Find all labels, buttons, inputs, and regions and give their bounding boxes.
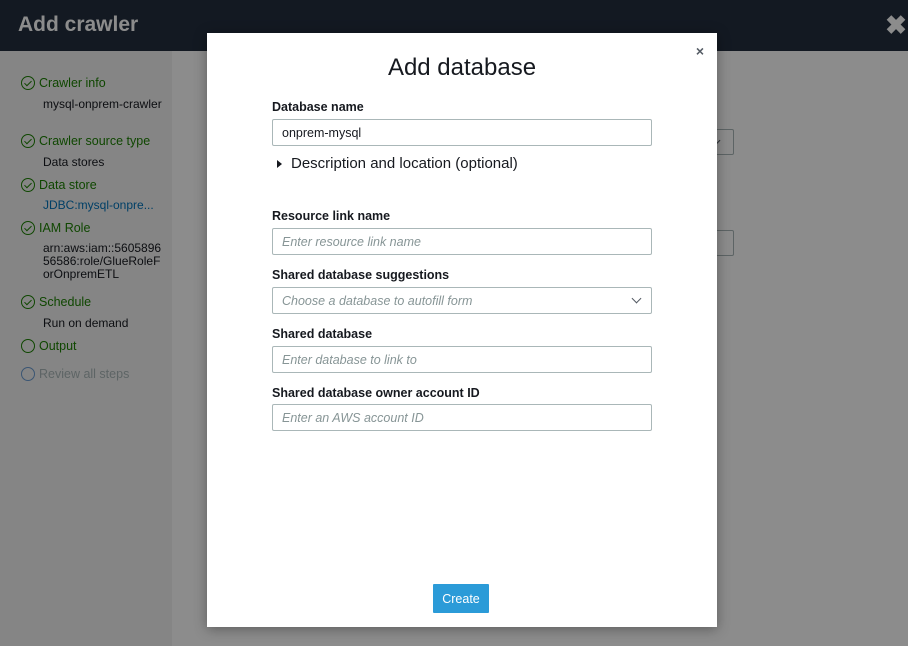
description-location-toggle[interactable]: Description and location (optional) xyxy=(277,155,518,172)
shared-database-input[interactable] xyxy=(272,346,652,373)
description-toggle-label: Description and location (optional) xyxy=(291,155,518,172)
chevron-down-icon xyxy=(631,293,642,304)
shared-database-suggestions-select[interactable]: Choose a database to autofill form xyxy=(272,287,652,314)
modal-title: Add database xyxy=(387,54,537,81)
add-database-modal: × Add database Database name Description… xyxy=(207,33,717,627)
resource-link-label: Resource link name xyxy=(272,209,391,223)
shared-suggestions-label: Shared database suggestions xyxy=(272,268,450,282)
create-button[interactable]: Create xyxy=(433,584,489,613)
database-name-label: Database name xyxy=(272,100,364,114)
resource-link-input[interactable] xyxy=(272,228,652,255)
database-name-input[interactable] xyxy=(272,119,652,146)
select-placeholder: Choose a database to autofill form xyxy=(282,294,473,308)
shared-database-label: Shared database xyxy=(272,327,373,341)
owner-account-label: Shared database owner account ID xyxy=(272,386,480,400)
caret-right-icon xyxy=(277,159,282,168)
owner-account-input[interactable] xyxy=(272,404,652,431)
